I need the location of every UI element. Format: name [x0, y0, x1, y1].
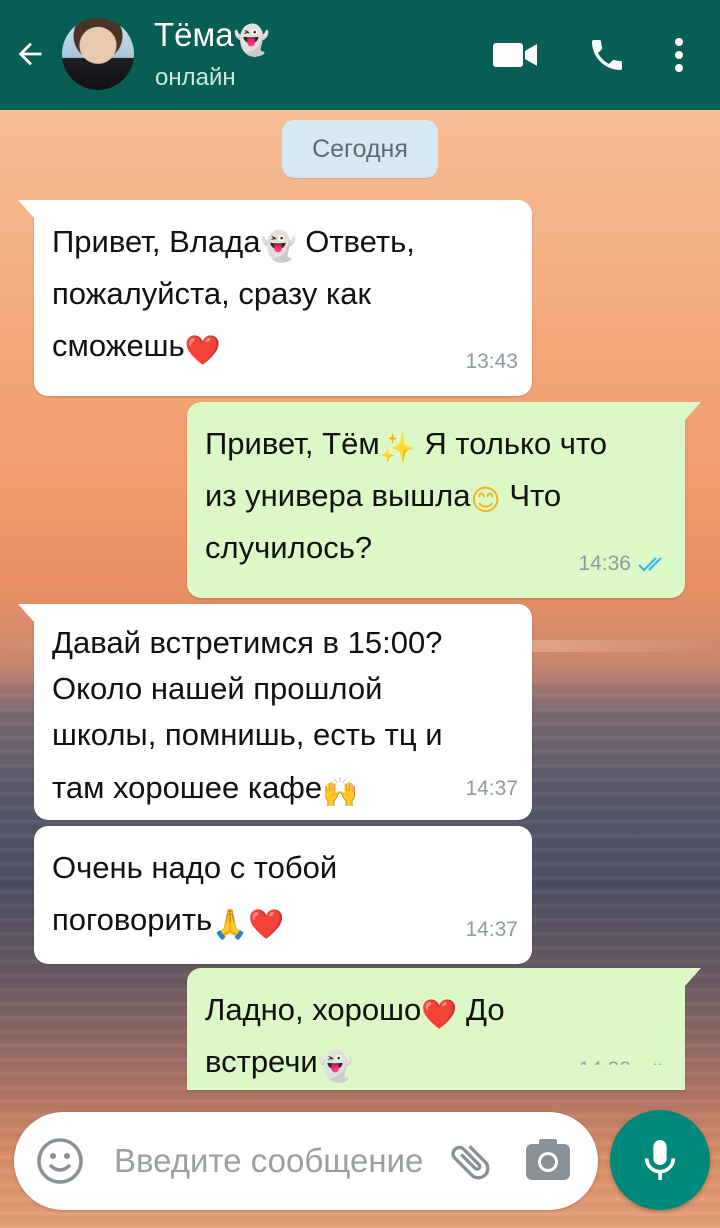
text-segment: До	[457, 992, 505, 1027]
back-arrow-icon[interactable]	[12, 36, 48, 72]
avatar[interactable]	[62, 18, 134, 90]
message-text: Давай встретимся в 15:00? Около нашей пр…	[52, 620, 514, 818]
chat-header: Тёма👻 онлайн	[0, 0, 720, 110]
message-input[interactable]: Введите сообщение	[114, 1142, 423, 1180]
message-bubble-incoming[interactable]: Очень надо с тобой поговорить🙏❤️ 14:37	[34, 826, 532, 964]
message-time: 13:43	[465, 350, 518, 373]
ghost-emoji: 👻	[317, 1049, 354, 1083]
ghost-emoji: 👻	[260, 229, 297, 263]
smile-emoji: 😊	[470, 483, 501, 517]
date-chip: Сегодня	[282, 120, 438, 178]
text-segment: Давай встретимся в 15:00?	[52, 625, 443, 660]
heart-emoji: ❤️	[184, 333, 221, 367]
contact-name[interactable]: Тёма👻	[154, 16, 270, 55]
more-options-icon[interactable]	[654, 30, 704, 80]
phone-call-icon[interactable]	[582, 30, 632, 80]
message-text: Привет, Влада👻 Ответь, пожалуйста, сразу…	[52, 216, 514, 372]
text-segment: Ответь,	[296, 224, 415, 259]
attach-icon[interactable]	[446, 1136, 496, 1186]
sparkles-emoji: ✨	[379, 431, 416, 465]
video-call-icon[interactable]	[490, 30, 540, 80]
text-segment: сможешь	[52, 328, 185, 363]
text-segment: из универа вышла	[205, 478, 471, 513]
text-segment: поговорить	[52, 902, 213, 937]
message-time: 14:37	[465, 918, 518, 941]
heart-emoji: ❤️	[248, 907, 285, 941]
text-segment: пожалуйста, сразу как	[52, 276, 372, 311]
text-segment: Ладно, хорошо	[205, 992, 422, 1027]
text-segment: школы, помнишь, есть тц и	[52, 717, 443, 752]
message-bubble-outgoing[interactable]: Привет, Тём✨ Я только что из универа выш…	[187, 402, 701, 598]
text-segment: Что	[500, 478, 562, 513]
text-segment: там хорошее кафе	[52, 770, 323, 805]
raised-hands-emoji: 🙌	[322, 775, 359, 809]
ghost-emoji: 👻	[233, 23, 270, 57]
text-segment: Очень надо с тобой	[52, 850, 338, 885]
emoji-icon[interactable]	[36, 1137, 86, 1187]
text-segment: встречи	[205, 1044, 318, 1079]
message-bubble-incoming[interactable]: Давай встретимся в 15:00? Около нашей пр…	[18, 604, 532, 820]
text-segment: случилось?	[205, 530, 373, 565]
message-composer[interactable]: Введите сообщение	[14, 1112, 598, 1210]
message-bubble-outgoing[interactable]: Ладно, хорошо❤️ До встречи👻 14:38	[187, 968, 701, 1090]
mic-icon[interactable]	[610, 1110, 710, 1210]
message-meta: 14:36	[578, 538, 671, 590]
pray-emoji: 🙏	[212, 907, 249, 941]
text-segment: Около нашей прошлой	[52, 671, 383, 706]
heart-emoji: ❤️	[421, 997, 458, 1031]
message-bubble-incoming[interactable]: Привет, Влада👻 Ответь, пожалуйста, сразу…	[18, 200, 532, 396]
message-text: Очень надо с тобой поговорить🙏❤️	[52, 842, 514, 946]
contact-status: онлайн	[155, 64, 236, 91]
camera-icon[interactable]	[524, 1138, 574, 1184]
message-text: Ладно, хорошо❤️ До встречи👻	[205, 984, 667, 1088]
text-segment: Я только что	[415, 426, 608, 461]
text-segment: Привет, Тём	[205, 426, 380, 461]
read-ticks-icon	[638, 557, 662, 572]
text-segment: Привет, Влада	[52, 224, 261, 259]
message-time: 14:37	[465, 777, 518, 800]
contact-name-text: Тёма	[154, 16, 234, 53]
message-time: 14:36	[578, 552, 631, 575]
